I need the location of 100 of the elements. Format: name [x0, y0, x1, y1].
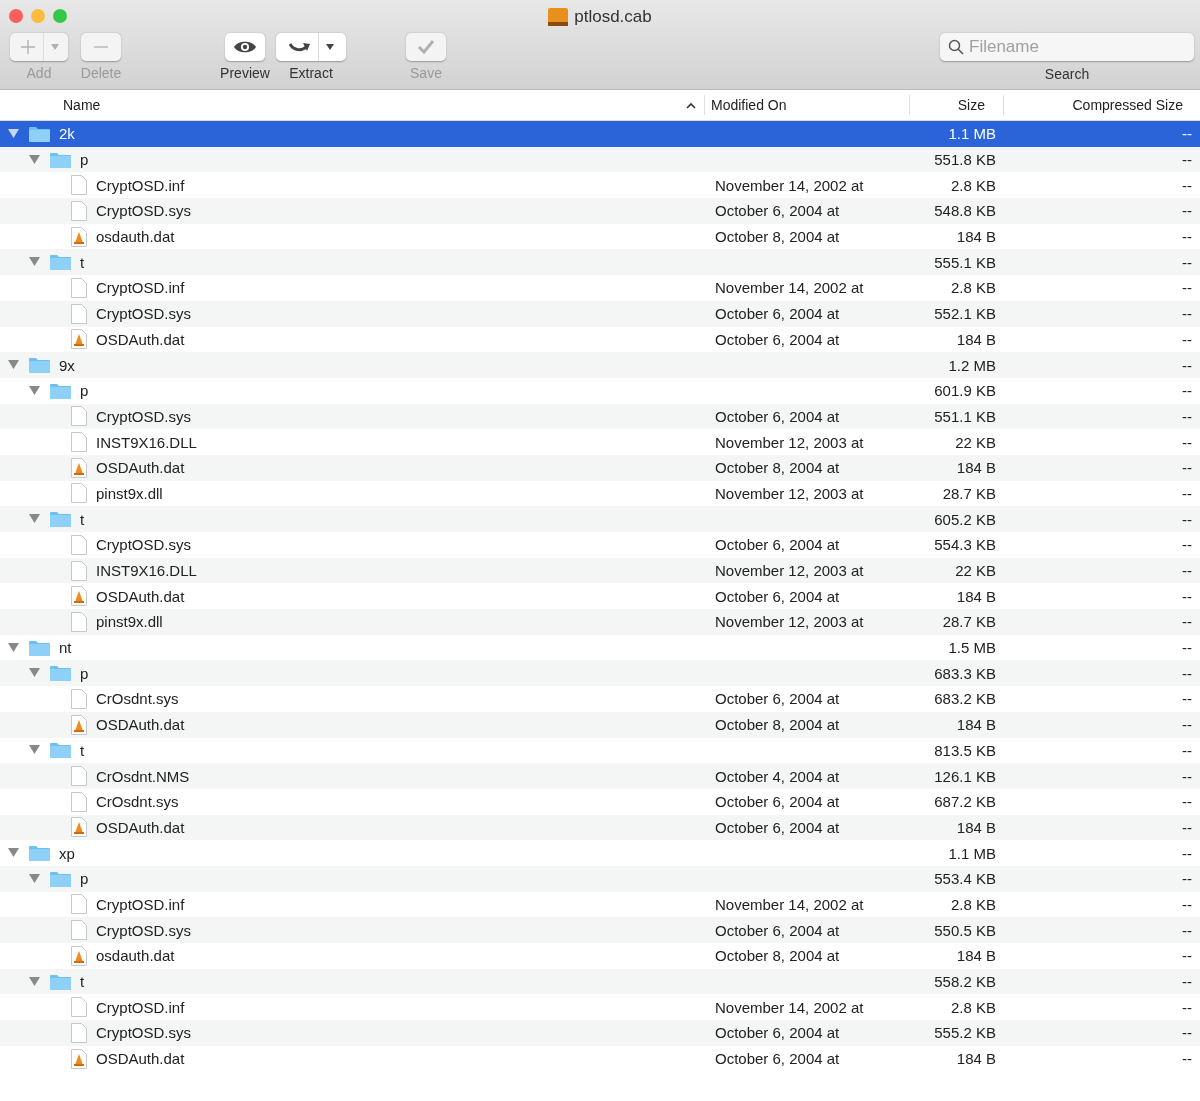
- file-row[interactable]: t 813.5 KB --: [0, 737, 1200, 764]
- file-row[interactable]: pinst9x.dll November 12, 2003 at 28.7 KB --: [0, 480, 1200, 507]
- file-row[interactable]: pinst9x.dll November 12, 2003 at 28.7 KB --: [0, 609, 1200, 635]
- file-row[interactable]: OSDAuth.dat October 8, 2004 at 184 B --: [0, 711, 1200, 738]
- compressed-size: --: [1182, 587, 1192, 605]
- file-row[interactable]: CryptOSD.inf November 14, 2002 at 2.8 KB --: [0, 891, 1200, 918]
- compressed-size: --: [1182, 433, 1192, 451]
- disclosure-triangle-icon[interactable]: [29, 668, 40, 679]
- file-row[interactable]: osdauth.dat October 8, 2004 at 184 B --: [0, 943, 1200, 969]
- file-size: 22 KB: [955, 562, 996, 580]
- file-size: 1.1 MB: [948, 125, 996, 143]
- file-name: osdauth.dat: [96, 228, 175, 246]
- file-row[interactable]: INST9X16.DLL November 12, 2003 at 22 KB --: [0, 557, 1200, 584]
- file-row[interactable]: CryptOSD.inf November 14, 2002 at 2.8 KB --: [0, 275, 1200, 301]
- close-button[interactable]: [9, 9, 23, 23]
- file-row[interactable]: t 558.2 KB --: [0, 968, 1200, 995]
- file-row[interactable]: CrOsdnt.sys October 6, 2004 at 683.2 KB --: [0, 686, 1200, 712]
- file-row[interactable]: nt 1.5 MB --: [0, 634, 1200, 661]
- disclosure-triangle-icon[interactable]: [8, 128, 19, 139]
- modified-date: October 6, 2004 at: [715, 1050, 840, 1068]
- file-name: pinst9x.dll: [96, 484, 163, 502]
- column-header-cell[interactable]: Size: [910, 95, 1004, 115]
- modified-date: October 6, 2004 at: [715, 818, 840, 836]
- column-header[interactable]: Compressed Size: [1072, 97, 1183, 113]
- file-row[interactable]: p 683.3 KB --: [0, 660, 1200, 687]
- file-row[interactable]: CrOsdnt.NMS October 4, 2004 at 126.1 KB --: [0, 763, 1200, 789]
- file-name: t: [80, 741, 85, 759]
- file-row[interactable]: OSDAuth.dat October 6, 2004 at 184 B --: [0, 814, 1200, 841]
- file-row[interactable]: p 601.9 KB --: [0, 377, 1200, 404]
- search-field[interactable]: Filename: [940, 33, 1194, 61]
- file-size: 552.1 KB: [934, 305, 996, 323]
- file-size: 184 B: [956, 947, 996, 965]
- disclosure-triangle-icon[interactable]: [29, 385, 40, 396]
- file-size: 558.2 KB: [934, 973, 996, 991]
- file-row[interactable]: CrOsdnt.sys October 6, 2004 at 687.2 KB --: [0, 788, 1200, 815]
- file-row[interactable]: CryptOSD.inf November 14, 2002 at 2.8 KB --: [0, 172, 1200, 199]
- modified-date: November 12, 2003 at: [715, 613, 864, 631]
- disclosure-triangle-icon[interactable]: [29, 514, 40, 525]
- column-header-cell[interactable]: Modified On: [705, 95, 910, 115]
- zoom-button[interactable]: [53, 9, 67, 23]
- file-name: CrOsdnt.sys: [96, 690, 179, 708]
- disclosure-triangle-icon[interactable]: [29, 873, 40, 884]
- compressed-size: --: [1182, 947, 1192, 965]
- file-row[interactable]: CryptOSD.sys October 6, 2004 at 554.3 KB --: [0, 532, 1200, 558]
- compressed-size: --: [1182, 973, 1192, 991]
- traffic-cone-file-icon: [71, 945, 87, 966]
- file-row[interactable]: CryptOSD.sys October 6, 2004 at 548.8 KB --: [0, 198, 1200, 224]
- toolbar-button[interactable]: [225, 33, 265, 61]
- compressed-size: --: [1182, 793, 1192, 811]
- modified-date: October 6, 2004 at: [715, 536, 840, 554]
- disclosure-triangle-icon[interactable]: [29, 154, 40, 165]
- folder-icon: [50, 151, 71, 168]
- disclosure-triangle-icon[interactable]: [29, 976, 40, 987]
- file-name: CryptOSD.sys: [96, 536, 191, 554]
- modified-date: October 6, 2004 at: [715, 587, 840, 605]
- disclosure-triangle-icon[interactable]: [8, 642, 19, 653]
- file-row[interactable]: OSDAuth.dat October 6, 2004 at 184 B --: [0, 1045, 1200, 1072]
- toolbar-button[interactable]: [276, 33, 346, 61]
- file-row[interactable]: OSDAuth.dat October 6, 2004 at 184 B --: [0, 583, 1200, 610]
- file-row[interactable]: p 551.8 KB --: [0, 146, 1200, 173]
- modified-date: October 6, 2004 at: [715, 690, 840, 708]
- disclosure-triangle-icon[interactable]: [29, 745, 40, 756]
- modified-date: November 12, 2003 at: [715, 562, 864, 580]
- file-row[interactable]: CryptOSD.inf November 14, 2002 at 2.8 KB --: [0, 994, 1200, 1021]
- compressed-size: --: [1182, 1024, 1192, 1042]
- file-row[interactable]: 9x 1.2 MB --: [0, 352, 1200, 378]
- file-name: pinst9x.dll: [96, 613, 163, 631]
- file-row[interactable]: t 605.2 KB --: [0, 506, 1200, 532]
- file-row[interactable]: p 553.4 KB --: [0, 865, 1200, 892]
- compressed-size: --: [1182, 818, 1192, 836]
- file-row[interactable]: CryptOSD.sys October 6, 2004 at 551.1 KB --: [0, 403, 1200, 430]
- file-row[interactable]: CryptOSD.sys October 6, 2004 at 555.2 KB --: [0, 1020, 1200, 1046]
- disclosure-triangle-icon[interactable]: [29, 257, 40, 268]
- file-row[interactable]: t 555.1 KB --: [0, 249, 1200, 276]
- file-name: p: [80, 382, 89, 400]
- column-header[interactable]: Size: [957, 97, 985, 113]
- file-name: CryptOSD.sys: [96, 202, 191, 220]
- modified-date: October 6, 2004 at: [715, 202, 840, 220]
- file-row[interactable]: CryptOSD.sys October 6, 2004 at 552.1 KB --: [0, 300, 1200, 327]
- compressed-size: --: [1182, 536, 1192, 554]
- column-header-cell[interactable]: Name: [0, 95, 705, 115]
- disclosure-triangle-icon[interactable]: [8, 360, 19, 371]
- file-size: 1.5 MB: [948, 639, 996, 657]
- file-row[interactable]: OSDAuth.dat October 8, 2004 at 184 B --: [0, 454, 1200, 481]
- file-row[interactable]: xp 1.1 MB --: [0, 840, 1200, 866]
- column-header-cell[interactable]: Compressed Size: [1004, 95, 1200, 115]
- eye-icon: [233, 40, 257, 54]
- file-name: nt: [59, 639, 72, 657]
- compressed-size: --: [1182, 305, 1192, 323]
- file-row[interactable]: osdauth.dat October 8, 2004 at 184 B --: [0, 223, 1200, 250]
- column-header[interactable]: Modified On: [711, 97, 787, 113]
- search-label: Search: [1044, 66, 1090, 82]
- file-row[interactable]: INST9X16.DLL November 12, 2003 at 22 KB --: [0, 429, 1200, 455]
- column-header[interactable]: Name: [63, 97, 686, 113]
- disclosure-triangle-icon[interactable]: [8, 848, 19, 859]
- file-row[interactable]: CryptOSD.sys October 6, 2004 at 550.5 KB --: [0, 917, 1200, 943]
- checkmark-icon: [417, 39, 435, 55]
- file-row[interactable]: 2k 1.1 MB --: [0, 121, 1200, 147]
- file-row[interactable]: OSDAuth.dat October 6, 2004 at 184 B --: [0, 326, 1200, 353]
- document-icon: [71, 997, 87, 1018]
